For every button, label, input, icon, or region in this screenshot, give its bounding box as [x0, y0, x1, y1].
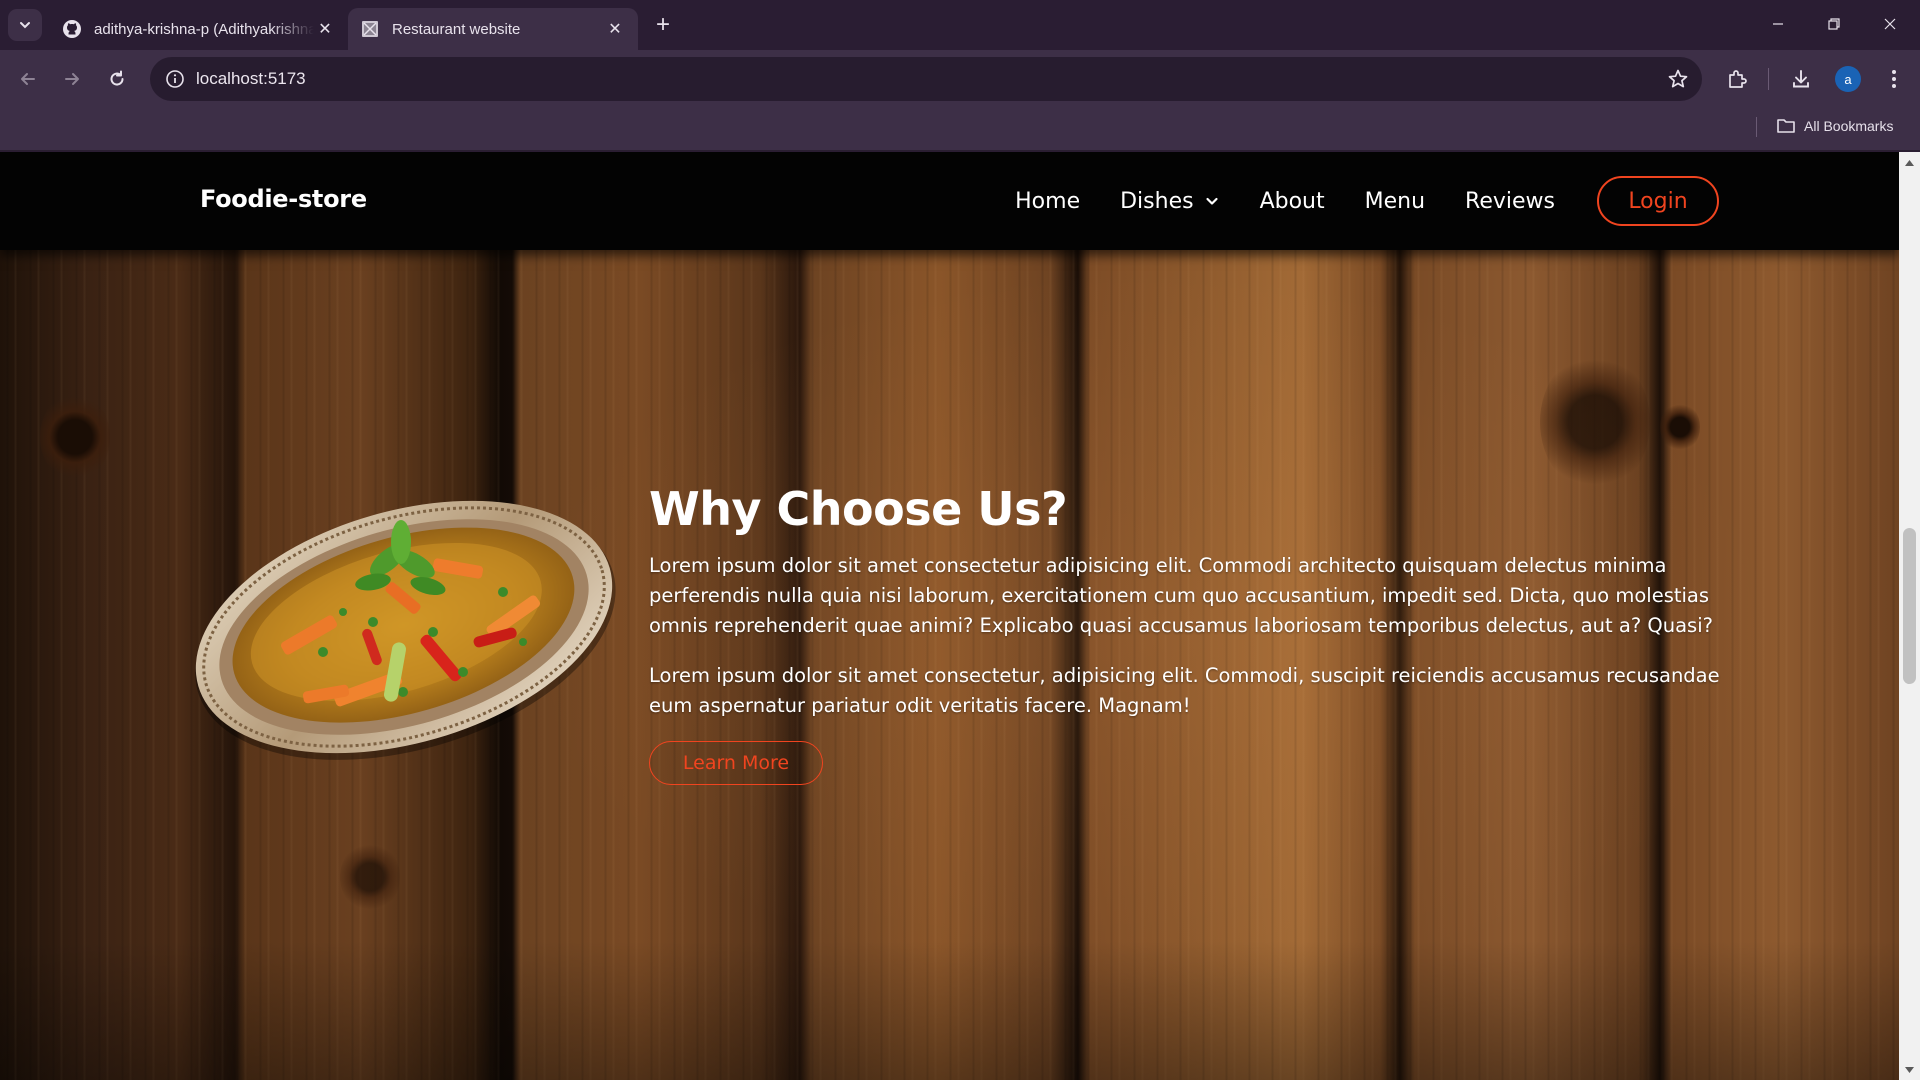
site-navbar: Foodie-store Home Dishes About Menu Revi… — [0, 152, 1899, 250]
bookmark-star-icon[interactable] — [1666, 67, 1690, 91]
scroll-up-arrow-icon[interactable] — [1903, 156, 1916, 169]
github-icon — [62, 19, 82, 39]
page-icon — [360, 19, 380, 39]
toolbar-divider — [1768, 68, 1769, 90]
arrow-right-icon — [65, 73, 79, 85]
nav-menu[interactable]: Menu — [1365, 176, 1425, 226]
scroll-down-arrow-icon[interactable] — [1903, 1063, 1916, 1076]
tab-title: adithya-krishna-p (Adithyakrishna — [94, 20, 314, 38]
nav-about-label: About — [1259, 188, 1325, 214]
bookmarks-bar: All Bookmarks — [0, 108, 1920, 151]
section-paragraph-2: Lorem ipsum dolor sit amet consectetur, … — [649, 664, 1720, 718]
restore-icon — [1828, 18, 1840, 30]
arrow-left-icon — [21, 73, 35, 85]
minimize-icon — [1773, 23, 1783, 25]
scroll-thumb[interactable] — [1903, 528, 1916, 684]
all-bookmarks-button[interactable]: All Bookmarks — [1776, 117, 1893, 135]
chevron-down-icon — [20, 22, 30, 29]
nav-dishes-label: Dishes — [1120, 188, 1194, 214]
nav-links: Home Dishes About Menu Reviews Login — [975, 176, 1719, 226]
nav-about[interactable]: About — [1260, 176, 1325, 226]
close-window-button[interactable] — [1862, 0, 1918, 48]
back-button[interactable] — [12, 63, 44, 95]
chevron-down-icon — [1204, 193, 1220, 209]
nav-home[interactable]: Home — [1015, 176, 1080, 226]
tab-search-button[interactable] — [8, 9, 42, 41]
nav-reviews[interactable]: Reviews — [1465, 176, 1555, 226]
bookmarks-divider — [1756, 117, 1757, 137]
biryani-dish-image — [195, 500, 616, 760]
downloads-icon[interactable] — [1786, 64, 1816, 94]
extensions-icon[interactable] — [1722, 64, 1752, 94]
section-heading: Why Choose Us? — [649, 482, 1068, 536]
minimize-button[interactable] — [1750, 0, 1806, 48]
close-icon — [1884, 18, 1896, 30]
new-tab-button[interactable]: + — [650, 11, 676, 38]
browser-tab-strip: adithya-krishna-p (Adithyakrishna ✕ Rest… — [0, 0, 1920, 50]
reload-icon — [110, 70, 124, 86]
restore-button[interactable] — [1806, 0, 1862, 48]
tab-restaurant[interactable]: Restaurant website ✕ — [348, 8, 638, 50]
section-paragraph-1: Lorem ipsum dolor sit amet consectetur a… — [649, 554, 1713, 638]
menu-kebab-icon[interactable] — [1879, 64, 1909, 94]
address-url[interactable]: localhost:5173 — [196, 69, 306, 89]
nav-home-label: Home — [1015, 188, 1081, 214]
reload-button[interactable] — [101, 63, 133, 95]
why-choose-us-section: Why Choose Us? Lorem ipsum dolor sit ame… — [649, 482, 1739, 786]
browser-toolbar: localhost:5173 a — [0, 50, 1920, 108]
login-button[interactable]: Login — [1597, 176, 1719, 226]
address-bar[interactable]: localhost:5173 — [150, 57, 1702, 101]
tab-github[interactable]: adithya-krishna-p (Adithyakrishna ✕ — [50, 8, 348, 50]
close-tab-icon[interactable]: ✕ — [604, 18, 626, 40]
tab-title: Restaurant website — [392, 20, 521, 38]
folder-icon — [1777, 119, 1795, 133]
close-tab-icon[interactable]: ✕ — [314, 18, 336, 40]
nav-reviews-label: Reviews — [1465, 188, 1555, 214]
all-bookmarks-label: All Bookmarks — [1804, 118, 1894, 134]
site-info-icon[interactable] — [162, 66, 188, 92]
nav-menu-label: Menu — [1364, 188, 1426, 214]
learn-more-button[interactable]: Learn More — [649, 741, 823, 786]
forward-button[interactable] — [56, 63, 88, 95]
site-logo[interactable]: Foodie-store — [200, 185, 367, 213]
profile-avatar[interactable]: a — [1835, 66, 1861, 92]
nav-dishes-dropdown[interactable]: Dishes — [1120, 176, 1219, 226]
page-scrollbar[interactable] — [1899, 152, 1920, 1080]
page-viewport: Foodie-store Home Dishes About Menu Revi… — [0, 152, 1899, 1080]
